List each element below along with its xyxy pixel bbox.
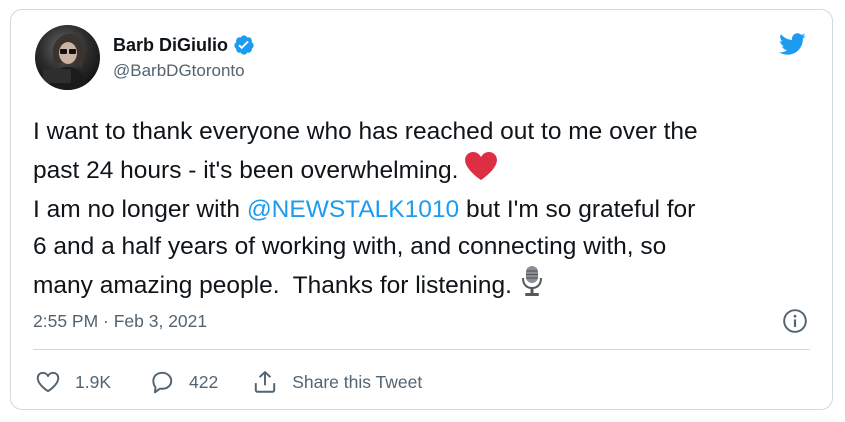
- action-bar: 1.9K 422 Share this Tweet: [35, 369, 422, 395]
- studio-microphone-icon: [518, 265, 546, 309]
- like-button[interactable]: 1.9K: [35, 369, 111, 395]
- twitter-bird-icon[interactable]: [776, 30, 808, 58]
- reply-count: 422: [189, 371, 219, 392]
- mention-link[interactable]: @NEWSTALK1010: [247, 196, 459, 223]
- tweet-line-3-end: but I'm so grateful for: [459, 196, 696, 223]
- divider: [33, 349, 810, 350]
- share-button[interactable]: Share this Tweet: [252, 369, 422, 395]
- user-handle[interactable]: @BarbDGtoronto: [113, 61, 255, 81]
- like-count: 1.9K: [75, 371, 111, 392]
- user-info: Barb DiGiulio @BarbDGtoronto: [113, 34, 255, 81]
- tweet-timestamp[interactable]: 2:55 PM · Feb 3, 2021: [33, 311, 207, 332]
- reply-button[interactable]: 422: [149, 369, 218, 395]
- reply-bubble-icon: [152, 371, 173, 394]
- verified-badge-icon: [233, 34, 255, 56]
- display-name[interactable]: Barb DiGiulio: [113, 35, 228, 56]
- heart-outline-icon: [36, 371, 60, 393]
- tweet-line-3-start: I am no longer with: [33, 196, 247, 223]
- tweet-line-1: I want to thank everyone who has reached…: [33, 118, 698, 145]
- tweet-line-2: past 24 hours - it's been overwhelming.: [33, 156, 459, 184]
- share-icon: [255, 371, 276, 393]
- tweet-line-4: 6 and a half years of working with, and …: [33, 232, 667, 260]
- red-heart-icon: [464, 151, 498, 193]
- tweet-text: I want to thank everyone who has reached…: [33, 114, 823, 309]
- tweet-line-5: many amazing people. Thanks for listenin…: [33, 272, 512, 300]
- avatar[interactable]: [35, 25, 100, 90]
- share-label: Share this Tweet: [292, 371, 423, 392]
- info-icon[interactable]: [782, 308, 808, 334]
- tweet-card[interactable]: Barb DiGiulio @BarbDGtoronto I want to t…: [10, 9, 833, 410]
